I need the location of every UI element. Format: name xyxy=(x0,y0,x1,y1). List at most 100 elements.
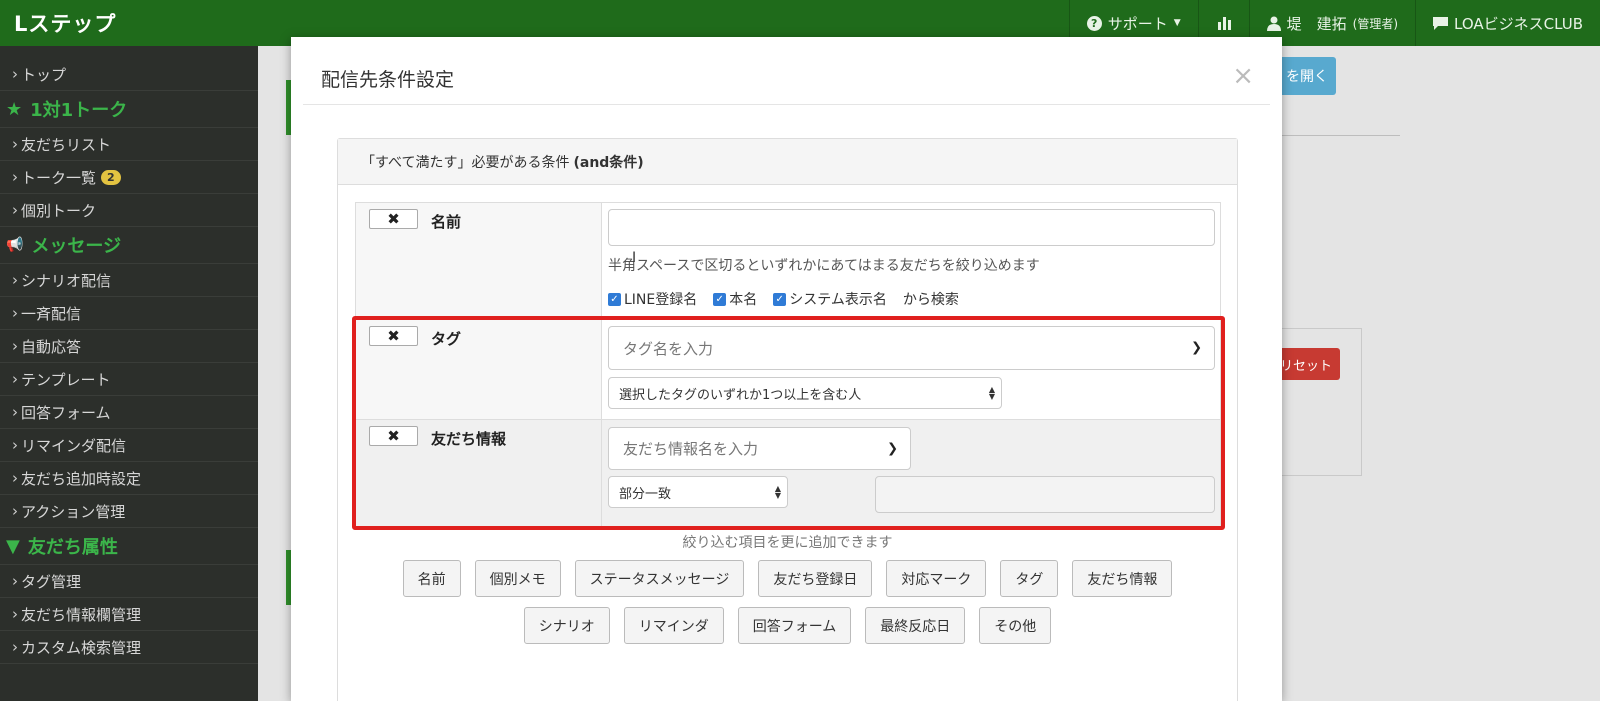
add-last-response-button[interactable]: 最終反応日 xyxy=(865,607,966,644)
sidebar-item-talk-list[interactable]: › トーク一覧 2 xyxy=(0,161,258,194)
chevron-right-icon: › xyxy=(12,135,18,153)
friend-info-match-select[interactable]: 部分一致 ▲ ▼ xyxy=(608,476,788,508)
checkbox-real-name[interactable]: ✓ 本名 xyxy=(713,289,757,309)
tag-match-select[interactable]: 選択したタグのいずれか1つ以上を含む人 ▲ ▼ xyxy=(608,377,1002,409)
friend-info-value-input[interactable] xyxy=(875,476,1215,513)
select-arrows-icon: ▲ ▼ xyxy=(774,484,781,500)
friend-info-match-value: 部分一致 xyxy=(619,486,672,502)
add-other-button[interactable]: その他 xyxy=(979,607,1052,644)
friend-info-select-input[interactable]: 友だち情報名を入力 ❯ xyxy=(608,427,911,470)
condition-row-tag: ✖ タグ タグ名を入力 ❯ 選択したタグのいずれか1つ以上を含む人 ▲ ▼ xyxy=(356,320,1220,420)
sidebar-section-label: 1対1トーク xyxy=(30,100,128,121)
user-role: (管理者) xyxy=(1352,16,1399,31)
panel-title: 「すべて満たす」必要がある条件 xyxy=(361,154,570,171)
remove-condition-button[interactable]: ✖ xyxy=(369,426,418,446)
condition-value-cell: 半角スペースで区切るといずれかにあてはまる友だちを絞り込めます ✓ LINE登録名… xyxy=(602,203,1220,319)
sidebar-item-custom-search[interactable]: › カスタム検索管理 xyxy=(0,631,258,664)
condition-label: 友だち情報 xyxy=(431,430,507,448)
chevron-right-icon: › xyxy=(12,502,18,520)
bar-chart-icon xyxy=(1217,17,1231,30)
close-icon[interactable]: × xyxy=(1232,63,1254,89)
sidebar-item-top[interactable]: › トップ xyxy=(0,58,258,91)
sidebar-item-label: テンプレート xyxy=(21,370,111,389)
org-name: LOAビジネスCLUB xyxy=(1454,14,1583,33)
sidebar-item-label: トップ xyxy=(21,65,67,84)
sidebar-item-action[interactable]: › アクション管理 xyxy=(0,495,258,528)
sidebar-item-broadcast[interactable]: › 一斉配信 xyxy=(0,297,258,330)
panel-heading: 「すべて満たす」必要がある条件 (and条件) xyxy=(338,139,1237,185)
condition-row-friend-info: ✖ 友だち情報 友だち情報名を入力 ❯ 部分一致 ▲ ▼ xyxy=(356,420,1220,526)
condition-label: タグ xyxy=(431,330,462,348)
chevron-down-icon: ❯ xyxy=(1191,340,1202,356)
sidebar-item-individual-talk[interactable]: › 個別トーク xyxy=(0,194,258,227)
filter-icon: ▼ xyxy=(6,535,20,557)
sidebar-item-friend-list[interactable]: › 友だちリスト xyxy=(0,128,258,161)
add-condition-buttons-row1: 名前 個別メモ ステータスメッセージ 友だち登録日 対応マーク タグ 友だち情報 xyxy=(338,560,1237,597)
x-icon: ✖ xyxy=(387,427,400,445)
sidebar-item-auto-reply[interactable]: › 自動応答 xyxy=(0,330,258,363)
add-name-button[interactable]: 名前 xyxy=(402,560,461,597)
sidebar-section-label: 友だち属性 xyxy=(27,537,118,558)
sidebar-item-friend-add[interactable]: › 友だち追加時設定 xyxy=(0,462,258,495)
remove-condition-button[interactable]: ✖ xyxy=(369,326,418,346)
megaphone-icon: 📢 xyxy=(6,237,24,253)
checkbox-system-name[interactable]: ✓ システム表示名 xyxy=(773,289,887,309)
chevron-right-icon: › xyxy=(12,337,18,355)
condition-label-cell: ✖ タグ xyxy=(356,320,602,419)
sidebar: › トップ ★ 1対1トーク › 友だちリスト › トーク一覧 2 › 個別トーク 📢 メッセ… xyxy=(0,46,258,701)
sidebar-item-info-mgmt[interactable]: › 友だち情報欄管理 xyxy=(0,598,258,631)
select-arrows-icon: ▲ ▼ xyxy=(988,385,995,401)
sidebar-item-label: タグ管理 xyxy=(21,572,82,591)
and-condition-panel: 「すべて満たす」必要がある条件 (and条件) ✖ 名前 半角スペースで区切ると… xyxy=(337,138,1238,701)
org-menu[interactable]: LOAビジネスCLUB xyxy=(1415,0,1600,46)
add-answer-form-button[interactable]: 回答フォーム xyxy=(737,607,852,644)
check-icon: ✓ xyxy=(713,292,727,306)
tag-placeholder: タグ名を入力 xyxy=(623,339,714,358)
chat-icon xyxy=(1433,16,1449,30)
check-icon: ✓ xyxy=(608,292,621,306)
chevron-right-icon: › xyxy=(12,638,18,656)
chevron-right-icon: › xyxy=(12,304,18,322)
brand-logo[interactable]: Lステップ xyxy=(0,8,116,38)
sidebar-item-reminder[interactable]: › リマインダ配信 xyxy=(0,429,258,462)
remove-condition-button[interactable]: ✖ xyxy=(369,209,418,229)
x-icon: ✖ xyxy=(387,327,400,345)
friend-info-placeholder: 友だち情報名を入力 xyxy=(623,440,759,458)
sidebar-item-answer-form[interactable]: › 回答フォーム xyxy=(0,396,258,429)
condition-table: ✖ 名前 半角スペースで区切るといずれかにあてはまる友だちを絞り込めます ✓ LI… xyxy=(355,202,1221,527)
unread-badge: 2 xyxy=(101,169,121,185)
sidebar-item-label: リマインダ配信 xyxy=(21,436,127,455)
tag-select-input[interactable]: タグ名を入力 ❯ xyxy=(608,326,1215,370)
add-tag-button[interactable]: タグ xyxy=(1000,560,1059,597)
add-response-mark-button[interactable]: 対応マーク xyxy=(886,560,987,597)
add-registered-date-button[interactable]: 友だち登録日 xyxy=(758,560,873,597)
add-scenario-button[interactable]: シナリオ xyxy=(523,607,610,644)
sidebar-item-template[interactable]: › テンプレート xyxy=(0,363,258,396)
add-reminder-button[interactable]: リマインダ xyxy=(623,607,724,644)
chevron-right-icon: › xyxy=(12,168,18,186)
tag-match-value: 選択したタグのいずれか1つ以上を含む人 xyxy=(619,387,862,403)
checkbox-label: 本名 xyxy=(729,292,758,308)
add-status-message-button[interactable]: ステータスメッセージ xyxy=(574,560,745,597)
chevron-right-icon: › xyxy=(12,65,18,83)
sidebar-item-label: 友だちリスト xyxy=(21,135,112,154)
sidebar-item-tag-mgmt[interactable]: › タグ管理 xyxy=(0,565,258,598)
chevron-right-icon: › xyxy=(12,370,18,388)
sidebar-item-scenario[interactable]: › シナリオ配信 xyxy=(0,264,258,297)
chevron-down-icon: ❯ xyxy=(887,441,898,456)
modal-title: 配信先条件設定 xyxy=(321,69,455,91)
search-suffix: から検索 xyxy=(902,292,959,308)
name-input[interactable] xyxy=(608,209,1215,246)
condition-label-cell: ✖ 友だち情報 xyxy=(356,420,602,526)
add-memo-button[interactable]: 個別メモ xyxy=(474,560,561,597)
sidebar-item-label: カスタム検索管理 xyxy=(21,638,142,657)
checkbox-line-name[interactable]: ✓ LINE登録名 xyxy=(608,289,697,309)
checkbox-label: LINE登録名 xyxy=(624,292,698,308)
add-friend-info-button[interactable]: 友だち情報 xyxy=(1072,560,1173,597)
add-condition-caption: 絞り込む項目を更に追加できます xyxy=(682,535,893,551)
modal-divider xyxy=(303,104,1270,105)
condition-value-cell: タグ名を入力 ❯ 選択したタグのいずれか1つ以上を含む人 ▲ ▼ xyxy=(602,320,1220,419)
sidebar-item-label: トーク一覧 xyxy=(21,168,97,187)
condition-row-name: ✖ 名前 半角スペースで区切るといずれかにあてはまる友だちを絞り込めます ✓ LI… xyxy=(356,203,1220,320)
